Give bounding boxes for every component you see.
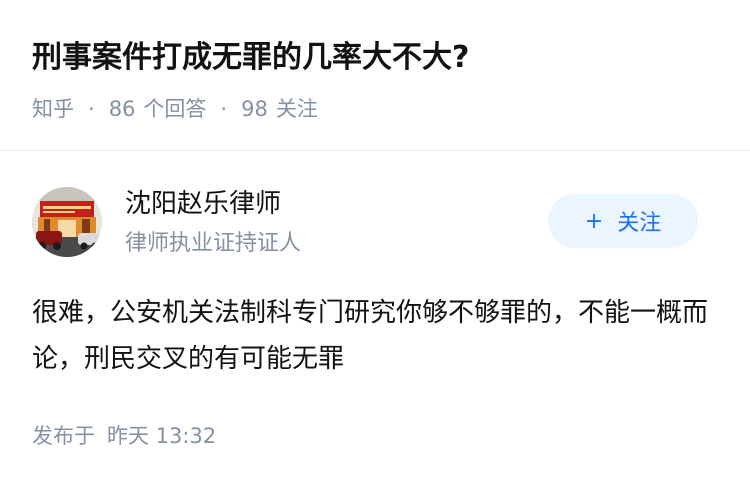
question-header: 刑事案件打成无罪的几率大不大? 知乎 · 86 个回答 · 98 关注 [0, 0, 750, 150]
follow-button-label: 关注 [617, 211, 662, 236]
answer-page: 刑事案件打成无罪的几率大不大? 知乎 · 86 个回答 · 98 关注 沈阳赵乐… [0, 0, 750, 486]
publish-prefix: 发布于 [32, 424, 95, 448]
author-badge: 律师执业证持证人 [125, 231, 302, 256]
answer-count: 86 [108, 97, 136, 121]
answer-count-label: 个回答 [143, 97, 207, 121]
publish-info: 发布于 昨天 13:32 [32, 420, 216, 452]
plus-icon: + [584, 208, 604, 234]
answer-content[interactable]: 很难，公安机关法制科专门研究你够不够罪的，不能一概而论，刑民交叉的有可能无罪 [32, 290, 712, 382]
follow-button[interactable]: + 关注 [548, 194, 698, 248]
author-name[interactable]: 沈阳赵乐律师 [125, 185, 281, 223]
follow-count: 98 [241, 97, 268, 121]
law-office-storefront-photo-icon [32, 187, 102, 257]
header-divider [0, 150, 750, 151]
meta-separator: · [88, 97, 95, 121]
source-label[interactable]: 知乎 [32, 94, 74, 124]
follow-count-label: 关注 [275, 97, 318, 121]
publish-time: 昨天 13:32 [107, 424, 217, 448]
author-avatar[interactable] [32, 187, 102, 257]
meta-separator: · [220, 97, 228, 121]
question-meta: 知乎 · 86 个回答 · 98 关注 [32, 94, 318, 124]
question-title[interactable]: 刑事案件打成无罪的几率大不大? [32, 36, 469, 80]
